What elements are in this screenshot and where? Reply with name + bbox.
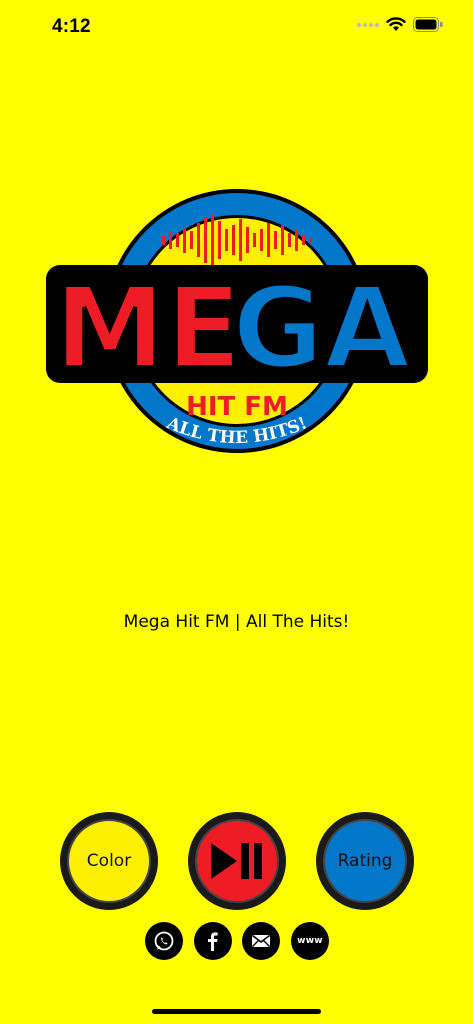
play-pause-icon: [211, 843, 262, 879]
color-button[interactable]: Color: [60, 812, 158, 910]
wifi-icon: [386, 17, 406, 31]
home-indicator[interactable]: [152, 1009, 321, 1014]
status-time: 4:12: [52, 16, 91, 37]
rating-button-label: Rating: [337, 851, 393, 871]
logo-hit-fm-text: HIT FM: [186, 392, 288, 422]
play-pause-button[interactable]: [188, 812, 286, 910]
station-tagline: Mega Hit FM | All The Hits!: [123, 612, 350, 632]
battery-icon: [413, 17, 443, 32]
color-button-label: Color: [86, 851, 132, 871]
player-controls: Color Rating: [0, 812, 473, 912]
status-icons: [357, 17, 443, 32]
facebook-button[interactable]: [194, 922, 232, 960]
website-icon: www: [297, 936, 323, 946]
email-button[interactable]: [242, 922, 280, 960]
facebook-icon: [208, 932, 218, 951]
email-icon: [252, 934, 270, 947]
mega-hit-fm-logo: ME GA HIT FM ALL THE HITS!: [46, 189, 428, 453]
signal-dots-icon: [357, 22, 379, 27]
logo-letters-ga: GA: [232, 264, 411, 394]
whatsapp-icon: [154, 931, 174, 951]
whatsapp-button[interactable]: [145, 922, 183, 960]
website-button[interactable]: www: [291, 922, 329, 960]
play-pause-button-face: [195, 819, 279, 903]
rating-button[interactable]: Rating: [316, 812, 414, 910]
status-bar: 4:12: [0, 0, 473, 54]
rating-button-face: Rating: [323, 819, 407, 903]
color-button-face: Color: [67, 819, 151, 903]
social-links: www: [0, 922, 473, 960]
logo-letters-me: ME: [54, 264, 242, 394]
